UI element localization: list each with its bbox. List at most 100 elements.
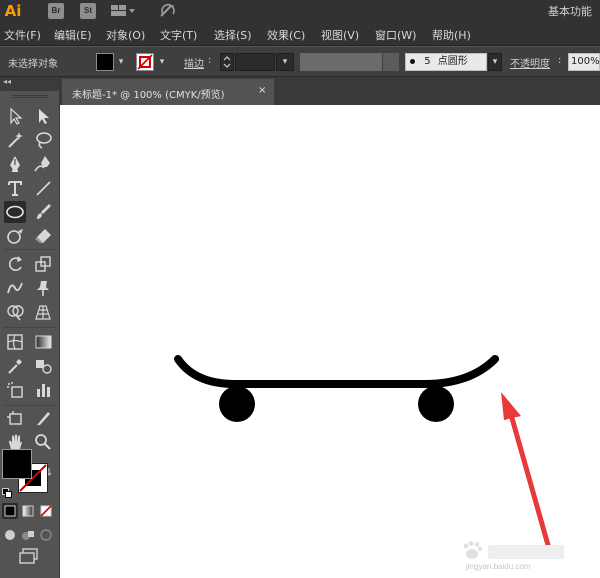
- menu-window[interactable]: 窗口(W): [375, 27, 416, 43]
- arrange-documents-button[interactable]: [110, 3, 136, 19]
- stroke-weight-stepper[interactable]: [220, 53, 234, 71]
- gradient-tool[interactable]: [32, 331, 54, 353]
- direct-selection-tool[interactable]: [32, 105, 54, 127]
- fill-color-box[interactable]: [2, 449, 32, 479]
- scale-tool[interactable]: [32, 253, 54, 275]
- variable-width-profile[interactable]: [300, 53, 382, 71]
- brush-dot-icon: [410, 58, 415, 64]
- sync-icon: [160, 3, 175, 17]
- stepper-icon: [223, 56, 231, 68]
- paw-logo-icon: [463, 541, 564, 559]
- eyedropper-icon: [8, 359, 22, 374]
- menu-object[interactable]: 对象(O): [106, 27, 145, 43]
- title-bar: Ai Br St 基本功能: [0, 0, 600, 22]
- stroke-swatch[interactable]: [136, 53, 154, 71]
- rotate-icon: [8, 256, 22, 271]
- screen-mode-icon: [19, 548, 38, 564]
- draw-normal-button[interactable]: [2, 527, 18, 543]
- shaper-icon: [7, 229, 23, 244]
- pen-tool[interactable]: [4, 153, 26, 175]
- draw-inside-button[interactable]: [38, 527, 54, 543]
- gradient-icon: [35, 335, 52, 349]
- brush-definition-field[interactable]: 5 点圆形: [405, 53, 487, 71]
- knife-icon: [37, 412, 50, 425]
- opacity-input[interactable]: 100%: [568, 53, 600, 71]
- brush-dropdown[interactable]: ▾: [488, 53, 502, 71]
- ellipse-tool[interactable]: [4, 201, 26, 223]
- menu-view[interactable]: 视图(V): [321, 27, 359, 43]
- rotate-tool[interactable]: [4, 253, 26, 275]
- line-segment-icon: [36, 181, 51, 196]
- opacity-label[interactable]: 不透明度: [510, 55, 550, 70]
- shape-builder-tool[interactable]: [4, 301, 26, 323]
- ellipse-icon: [6, 205, 24, 219]
- artwork: [174, 355, 551, 548]
- menu-bar: 文件(F) 编辑(E) 对象(O) 文字(T) 选择(S) 效果(C) 视图(V…: [0, 22, 600, 46]
- skateboard-wheel-right[interactable]: [418, 386, 454, 422]
- column-graph-icon: [37, 384, 50, 397]
- curvature-tool[interactable]: [32, 153, 54, 175]
- tools-panel: ◂◂: [0, 77, 60, 578]
- perspective-grid-icon: [35, 305, 51, 320]
- menu-help[interactable]: 帮助(H): [432, 27, 471, 43]
- blend-icon: [36, 360, 52, 374]
- color-mode-button[interactable]: [2, 503, 18, 519]
- stroke-label[interactable]: 描边: [184, 55, 204, 70]
- default-fill-stroke-button[interactable]: [2, 483, 12, 498]
- fill-swatch[interactable]: [96, 53, 114, 71]
- menu-effect[interactable]: 效果(C): [267, 27, 305, 43]
- tools-panel-header[interactable]: ◂◂: [0, 77, 60, 91]
- document-tab-title: 未标题-1* @ 100% (CMYK/预览): [72, 90, 225, 101]
- column-graph-tool[interactable]: [32, 379, 54, 401]
- selection-status: 未选择对象: [8, 59, 58, 70]
- blend-tool[interactable]: [32, 355, 54, 377]
- fill-dropdown-arrow[interactable]: ▾: [115, 53, 127, 71]
- screen-mode-button[interactable]: [18, 547, 40, 565]
- eyedropper-tool[interactable]: [4, 355, 26, 377]
- document-tab[interactable]: 未标题-1* @ 100% (CMYK/预览) ×: [62, 79, 274, 105]
- profile-dropdown[interactable]: [383, 53, 399, 71]
- close-tab-icon[interactable]: ×: [258, 85, 266, 96]
- sync-settings-button[interactable]: [157, 2, 179, 20]
- app-logo: Ai: [4, 2, 22, 20]
- gradient-mode-button[interactable]: [20, 503, 36, 519]
- menu-select[interactable]: 选择(S): [214, 27, 252, 43]
- puppet-warp-tool[interactable]: [32, 277, 54, 299]
- draw-behind-button[interactable]: [20, 527, 36, 543]
- menu-edit[interactable]: 编辑(E): [54, 27, 92, 43]
- skateboard-deck[interactable]: [174, 355, 499, 388]
- skateboard-wheel-left[interactable]: [219, 386, 255, 422]
- brush-size: 5: [424, 56, 431, 67]
- magnifier-icon: [35, 434, 51, 450]
- eraser-icon: [35, 229, 51, 243]
- eraser-tool[interactable]: [32, 225, 54, 247]
- workspace-switcher[interactable]: 基本功能: [548, 3, 592, 19]
- none-mode-button[interactable]: [38, 503, 54, 519]
- perspective-grid-tool[interactable]: [32, 301, 54, 323]
- toolbar-divider: [4, 405, 56, 406]
- artboard-tool[interactable]: [4, 407, 26, 429]
- bridge-button[interactable]: Br: [48, 3, 64, 19]
- stock-button[interactable]: St: [80, 3, 96, 19]
- panel-grip[interactable]: [12, 95, 48, 98]
- mesh-tool[interactable]: [4, 331, 26, 353]
- artboard-canvas[interactable]: [60, 105, 600, 578]
- symbol-sprayer-tool[interactable]: [4, 379, 26, 401]
- menu-file[interactable]: 文件(F): [4, 27, 41, 43]
- no-stroke-icon: [137, 54, 153, 70]
- lasso-tool[interactable]: [32, 129, 54, 151]
- type-tool[interactable]: [4, 177, 26, 199]
- warp-tool[interactable]: [4, 277, 26, 299]
- toolbar-divider: [4, 249, 56, 250]
- selection-tool[interactable]: [4, 105, 26, 127]
- zoom-tool[interactable]: [32, 431, 54, 453]
- shaper-tool[interactable]: [4, 225, 26, 247]
- paintbrush-tool[interactable]: [32, 201, 54, 223]
- stroke-weight-input[interactable]: [235, 53, 275, 71]
- stroke-weight-dropdown[interactable]: ▾: [276, 53, 294, 71]
- stroke-dropdown-arrow[interactable]: ▾: [156, 53, 168, 71]
- line-segment-tool[interactable]: [32, 177, 54, 199]
- magic-wand-tool[interactable]: [4, 129, 26, 151]
- slice-tool[interactable]: [32, 407, 54, 429]
- menu-type[interactable]: 文字(T): [160, 27, 197, 43]
